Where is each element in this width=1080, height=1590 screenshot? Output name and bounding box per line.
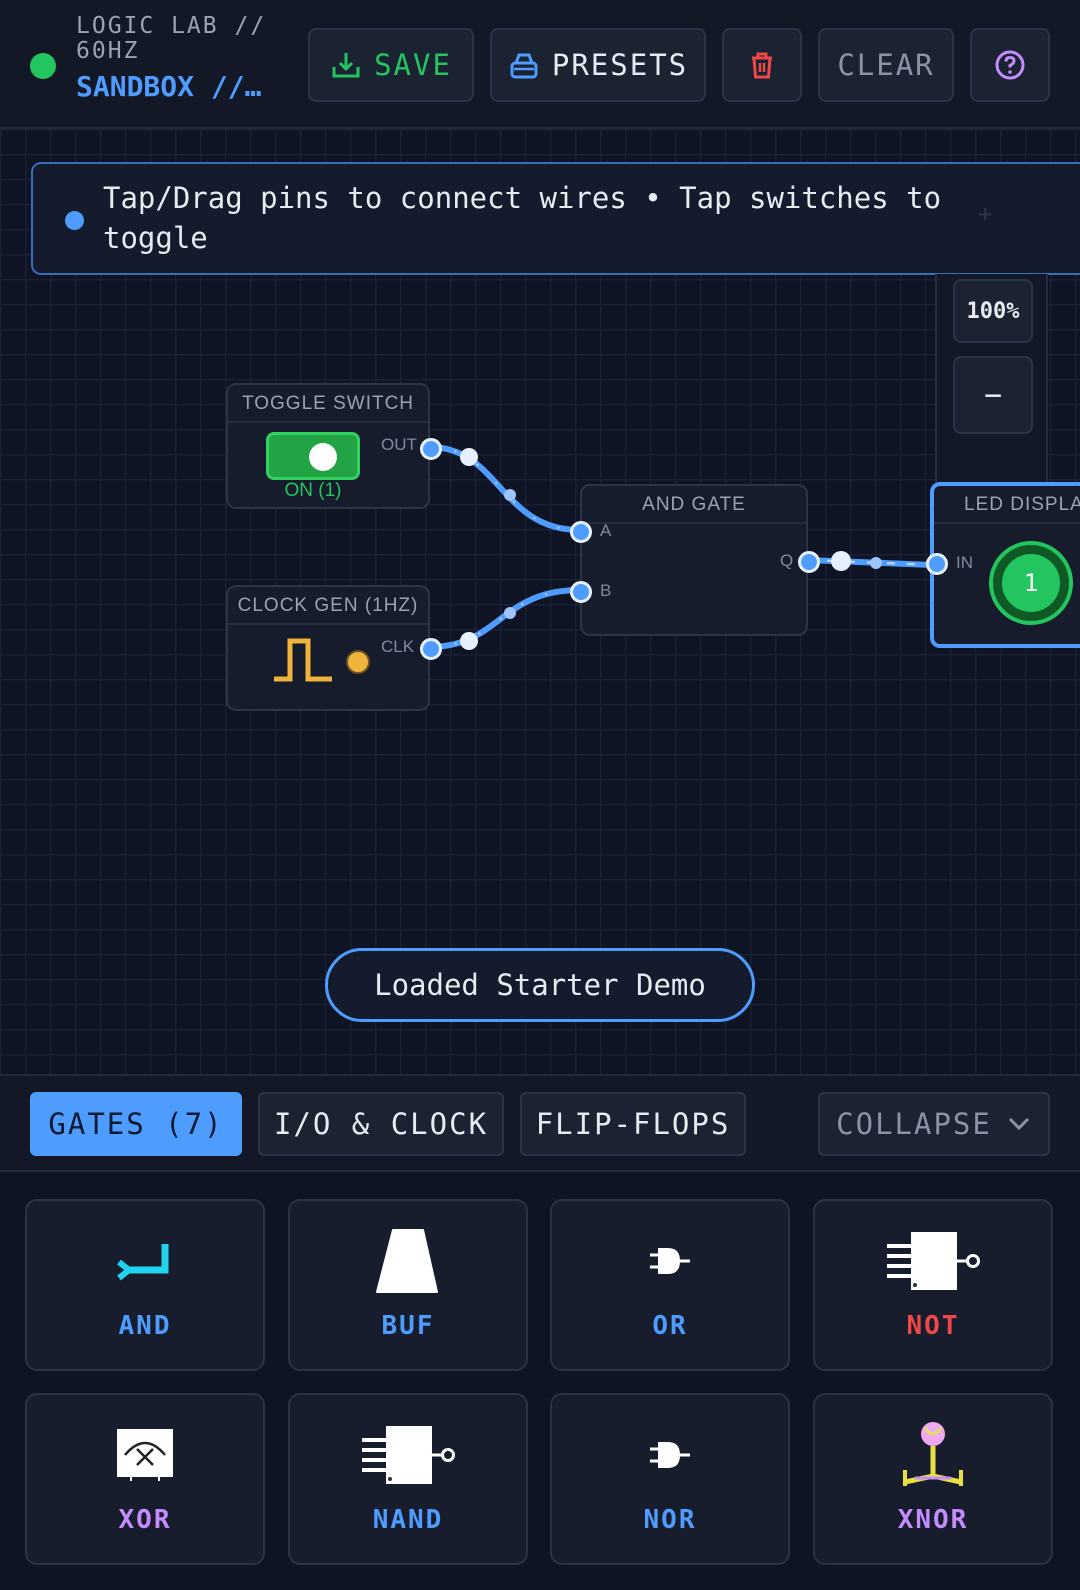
pin-label-in: IN xyxy=(956,553,973,572)
pin-a[interactable] xyxy=(570,521,592,543)
xnor-gate-icon xyxy=(815,1420,1051,1490)
led-indicator: 1 xyxy=(989,541,1073,625)
card-label: XNOR xyxy=(897,1505,969,1535)
toggle-state: ON (1) xyxy=(284,480,342,501)
collapse-label: COLLAPSE xyxy=(836,1107,992,1141)
pin-b[interactable] xyxy=(570,581,592,603)
top-bar: LOGIC LAB // 60HZ SANDBOX //… SAVE PRESE… xyxy=(0,0,1080,129)
palette-nand[interactable]: NAND xyxy=(288,1393,528,1565)
help-circle-icon xyxy=(995,50,1025,80)
card-label: NOT xyxy=(906,1311,960,1341)
signal-pulse xyxy=(460,632,478,650)
collapse-button[interactable]: COLLAPSE xyxy=(818,1092,1050,1156)
card-label: XOR xyxy=(118,1505,172,1535)
signal-pulse xyxy=(460,448,478,466)
palette-buf[interactable]: BUF xyxy=(288,1199,528,1371)
app-frame: LOGIC LAB // 60HZ SANDBOX //… SAVE PRESE… xyxy=(0,0,1080,1590)
pin-in[interactable] xyxy=(926,553,948,575)
save-label: SAVE xyxy=(374,48,452,82)
wires-layer xyxy=(426,444,936,650)
signal-pulse xyxy=(504,489,516,501)
clock-indicator xyxy=(346,650,370,674)
or-gate-icon xyxy=(552,1226,788,1296)
pin-clk[interactable] xyxy=(420,638,442,660)
pin-label-q: Q xyxy=(780,551,794,570)
node-toggle-switch[interactable]: TOGGLE SWITCH ON (1) OUT xyxy=(226,383,442,509)
status-indicator xyxy=(30,53,56,79)
palette-nor[interactable]: NOR xyxy=(550,1393,790,1565)
app-title: LOGIC LAB // 60HZ xyxy=(76,13,267,64)
node-title: AND GATE xyxy=(582,486,806,524)
xor-gate-icon xyxy=(27,1420,263,1490)
buffer-gate-icon xyxy=(290,1226,526,1296)
pin-out[interactable] xyxy=(420,438,442,460)
and-gate-icon xyxy=(27,1226,263,1296)
toggle-knob xyxy=(309,443,337,471)
palette-and[interactable]: AND xyxy=(25,1199,265,1371)
palette-not[interactable]: NOT xyxy=(813,1199,1053,1371)
gate-palette: AND BUF OR NOT XOR NAND NOR XNOR xyxy=(0,1172,1080,1590)
card-label: NAND xyxy=(372,1505,444,1535)
stack-icon xyxy=(510,53,538,79)
palette-xnor[interactable]: XNOR xyxy=(813,1393,1053,1565)
pin-label-b: B xyxy=(600,581,612,600)
signal-pulse xyxy=(831,551,851,571)
presets-button[interactable]: PRESETS xyxy=(490,28,706,102)
card-label: OR xyxy=(652,1311,688,1341)
palette-xor[interactable]: XOR xyxy=(25,1393,265,1565)
help-button[interactable] xyxy=(970,28,1050,102)
signal-pulse xyxy=(504,607,516,619)
palette-tabs: GATES (7) I/O & CLOCK FLIP-FLOPS COLLAPS… xyxy=(0,1074,1080,1172)
project-name[interactable]: SANDBOX //… xyxy=(76,70,286,103)
wire-clock-to-and-b[interactable] xyxy=(426,587,583,650)
nor-gate-icon xyxy=(552,1420,788,1490)
chevron-down-icon xyxy=(1008,1117,1029,1131)
trash-icon xyxy=(752,52,772,79)
save-button[interactable]: SAVE xyxy=(308,28,474,102)
node-clock-gen[interactable]: CLOCK GEN (1HZ) CLK xyxy=(226,585,442,711)
led-value: 1 xyxy=(1002,554,1060,612)
nand-gate-icon xyxy=(290,1420,526,1490)
pin-label-clk: CLK xyxy=(381,637,415,656)
tab-gates[interactable]: GATES (7) xyxy=(30,1092,242,1156)
wire-toggle-to-and-a[interactable] xyxy=(426,444,583,533)
tab-flip-flops[interactable]: FLIP-FLOPS xyxy=(520,1092,746,1156)
circuit-canvas[interactable]: Tap/Drag pins to connect wires • Tap swi… xyxy=(0,129,1080,1074)
card-label: AND xyxy=(118,1311,172,1341)
toggle-switch[interactable] xyxy=(266,432,360,480)
square-wave-icon xyxy=(274,638,332,682)
clear-button[interactable]: CLEAR xyxy=(818,28,954,102)
signal-pulse xyxy=(870,557,882,569)
pin-q[interactable] xyxy=(798,551,820,573)
delete-button[interactable] xyxy=(722,28,802,102)
pin-label-out: OUT xyxy=(381,435,417,454)
card-label: NOR xyxy=(643,1505,697,1535)
toast-message: Loaded Starter Demo xyxy=(325,948,755,1022)
not-gate-icon xyxy=(815,1226,1051,1296)
node-and-gate[interactable]: AND GATE A B Q xyxy=(570,484,820,636)
card-label: BUF xyxy=(381,1311,435,1341)
download-tray-icon xyxy=(332,53,360,78)
node-title: TOGGLE SWITCH xyxy=(228,385,428,423)
tab-io-clock[interactable]: I/O & CLOCK xyxy=(258,1092,504,1156)
presets-label: PRESETS xyxy=(551,48,689,82)
node-led-display[interactable]: LED DISPLAY IN 1 xyxy=(926,482,1080,648)
pin-label-a: A xyxy=(600,521,612,540)
node-title: LED DISPLAY xyxy=(934,486,1080,524)
node-title: CLOCK GEN (1HZ) xyxy=(228,587,428,625)
clear-label: CLEAR xyxy=(837,48,935,82)
palette-or[interactable]: OR xyxy=(550,1199,790,1371)
